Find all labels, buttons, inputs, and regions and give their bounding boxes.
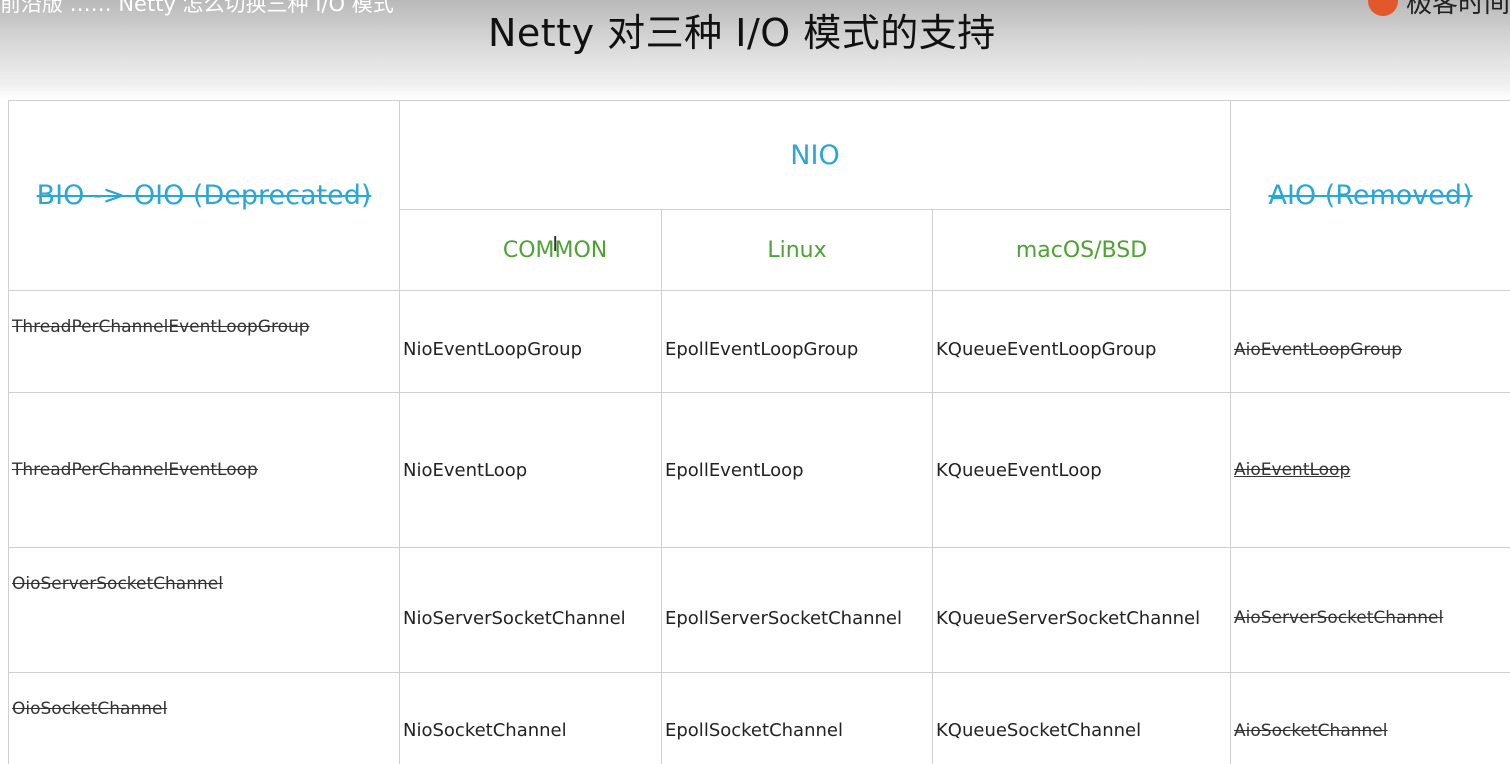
cell-bio: OioServerSocketChannel [8, 547, 400, 673]
cell-common: NioEventLoop [399, 392, 662, 548]
logo-icon [1367, 0, 1398, 16]
cell-aio: AioEventLoopGroup [1230, 290, 1510, 393]
cell-bio: ThreadPerChannelEventLoop [8, 392, 400, 548]
cell-aio: AioEventLoop [1230, 392, 1510, 548]
header-nio-macos: macOS/BSD [931, 209, 1232, 291]
cell-common: NioSocketChannel [399, 672, 662, 764]
cell-macos: KQueueEventLoopGroup [931, 290, 1232, 393]
cell-aio: AioServerSocketChannel [1230, 547, 1510, 673]
header-aio: AIO (Removed) [1230, 100, 1510, 291]
table-row: ThreadPerChannelEventLoop NioEventLoop E… [8, 392, 1510, 548]
table-row: OioServerSocketChannel NioServerSocketCh… [8, 547, 1510, 673]
cell-bio: ThreadPerChannelEventLoopGroup [8, 290, 400, 393]
header-nio-common: COMMON I [399, 209, 662, 291]
cell-macos: KQueueSocketChannel [931, 672, 1232, 764]
cell-common: NioServerSocketChannel [399, 547, 662, 673]
cell-linux: EpollEventLoop [661, 392, 933, 548]
slide-header: 前沿版 …… Netty 怎么切换三种 I/O 模式 Netty 对三种 I/O… [0, 0, 1510, 100]
text-cursor-icon: I [552, 231, 559, 256]
io-mode-table: BIO -> OIO (Deprecated) NIO AIO (Removed… [8, 100, 1510, 764]
cell-common: NioEventLoopGroup [399, 290, 662, 393]
cell-aio: AioSocketChannel [1230, 672, 1510, 764]
cell-macos: KQueueEventLoop [931, 392, 1232, 548]
header-nio: NIO [398, 100, 1232, 210]
header-bio: BIO -> OIO (Deprecated) [8, 100, 400, 291]
cell-linux: EpollEventLoopGroup [661, 290, 933, 393]
cell-linux: EpollServerSocketChannel [661, 547, 933, 673]
table-row: ThreadPerChannelEventLoopGroup NioEventL… [8, 290, 1510, 393]
logo: 极客时间 [1367, 0, 1510, 19]
cell-macos: KQueueServerSocketChannel [931, 547, 1232, 673]
logo-text: 极客时间 [1405, 0, 1510, 19]
table-row: OioSocketChannel NioSocketChannel EpollS… [8, 672, 1510, 764]
cell-linux: EpollSocketChannel [661, 672, 933, 764]
page-title: Netty 对三种 I/O 模式的支持 [488, 11, 996, 55]
cell-bio: OioSocketChannel [8, 672, 400, 764]
top-caption: 前沿版 …… Netty 怎么切换三种 I/O 模式 [0, 0, 394, 16]
header-nio-linux: Linux [661, 209, 933, 291]
